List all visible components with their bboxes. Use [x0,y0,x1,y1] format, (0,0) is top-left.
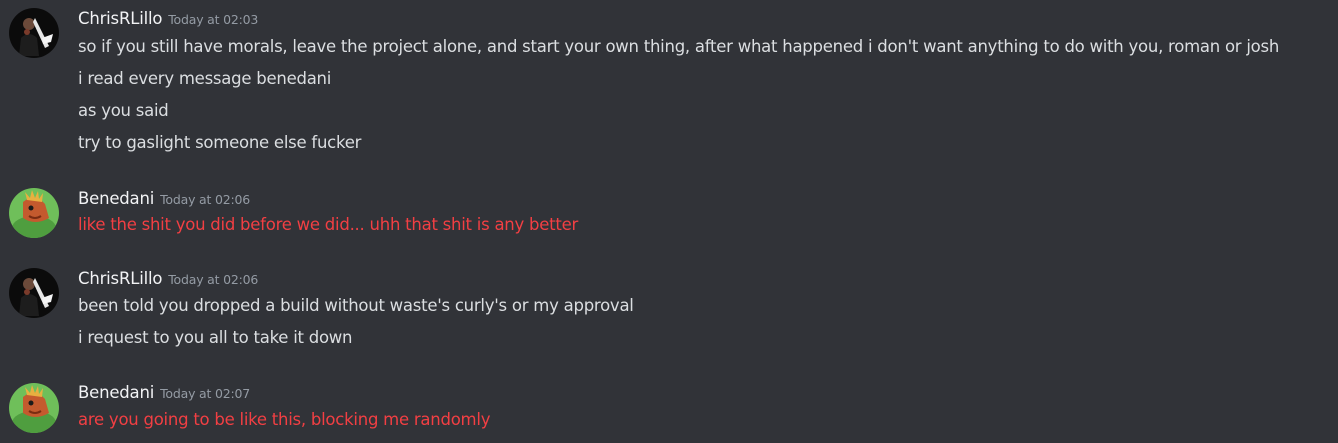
message-text: i request to you all to take it down [78,328,353,347]
message-text: try to gaslight someone else fucker [78,133,362,152]
timestamp: Today at 02:06 [168,272,259,287]
message-text-failed: like the shit you did before we did... u… [78,215,579,234]
username[interactable]: ChrisRLillo [78,269,162,288]
avatar-chrisrlillo[interactable] [9,268,59,318]
timestamp: Today at 02:03 [168,12,259,27]
message-text: been told you dropped a build without wa… [78,296,634,315]
message-text: so if you still have morals, leave the p… [78,37,1280,56]
message-text-failed: are you going to be like this, blocking … [78,410,491,429]
username[interactable]: Benedani [78,383,154,402]
timestamp: Today at 02:06 [160,192,250,207]
message-header: Benedani Today at 02:07 [78,381,250,405]
message-header: Benedani Today at 02:06 [78,187,250,211]
username[interactable]: Benedani [78,189,154,208]
chat-message-list: ChrisRLillo Today at 02:03 so if you stil… [0,0,1338,443]
message-text: as you said [78,101,169,120]
username[interactable]: ChrisRLillo [78,9,162,28]
message-text: i read every message benedani [78,69,332,88]
message-header: ChrisRLillo Today at 02:03 [78,7,258,31]
message-header: ChrisRLillo Today at 02:06 [78,267,258,291]
avatar-benedani[interactable] [9,188,59,238]
timestamp: Today at 02:07 [160,386,250,401]
avatar-benedani[interactable] [9,383,59,433]
avatar-chrisrlillo[interactable] [9,8,59,58]
